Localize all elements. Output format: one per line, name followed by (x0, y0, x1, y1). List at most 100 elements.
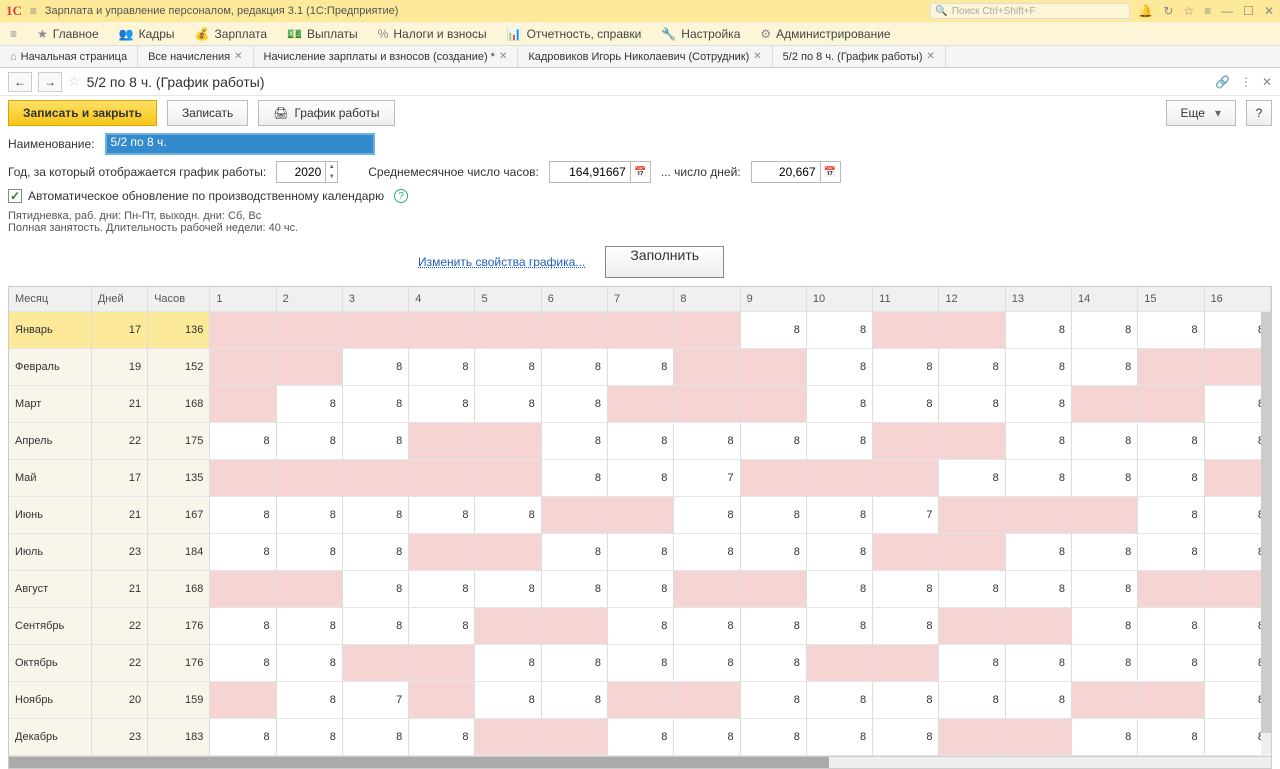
th-day[interactable]: 14 (1072, 287, 1138, 311)
cell-day[interactable]: 8 (409, 607, 475, 644)
calc-days-icon[interactable]: 📅 (821, 161, 841, 183)
table-row[interactable]: Август211688888888888 (9, 570, 1271, 607)
cell-day[interactable]: 8 (806, 422, 872, 459)
th-days[interactable]: Дней (91, 287, 147, 311)
cell-day[interactable]: 8 (276, 718, 342, 755)
cell-day[interactable] (939, 718, 1005, 755)
cell-day[interactable] (475, 422, 541, 459)
cell-day[interactable]: 8 (276, 607, 342, 644)
cell-day[interactable]: 8 (740, 533, 806, 570)
cell-day[interactable]: 8 (873, 385, 939, 422)
nav-back-button[interactable]: ← (8, 72, 32, 92)
hscrollbar[interactable] (8, 757, 1272, 769)
cell-day[interactable] (806, 644, 872, 681)
cell-day[interactable] (541, 311, 607, 348)
cell-day[interactable]: 8 (342, 496, 408, 533)
table-row[interactable]: Июнь2116788888888788 (9, 496, 1271, 533)
cell-month[interactable]: Март (9, 385, 91, 422)
cell-day[interactable] (674, 311, 740, 348)
year-up[interactable]: ▲ (326, 162, 337, 172)
cell-day[interactable]: 8 (541, 570, 607, 607)
cell-day[interactable] (740, 459, 806, 496)
cell-day[interactable] (342, 459, 408, 496)
cell-day[interactable]: 8 (1072, 718, 1138, 755)
cell-day[interactable]: 8 (210, 607, 276, 644)
cell-hours[interactable]: 176 (148, 644, 210, 681)
cell-day[interactable]: 8 (409, 496, 475, 533)
cell-day[interactable]: 8 (939, 570, 1005, 607)
save-button[interactable]: Записать (167, 100, 248, 126)
cell-day[interactable]: 8 (541, 533, 607, 570)
menu-burger[interactable]: ≡ (10, 27, 17, 41)
cell-day[interactable]: 8 (1138, 533, 1204, 570)
vscrollbar[interactable] (1261, 312, 1271, 756)
cell-day[interactable]: 8 (608, 570, 674, 607)
cell-day[interactable]: 8 (1072, 607, 1138, 644)
tab-close-icon[interactable]: ✕ (927, 51, 935, 62)
tab-close-icon[interactable]: ✕ (234, 51, 242, 62)
cell-day[interactable]: 7 (342, 681, 408, 718)
cell-day[interactable]: 8 (939, 459, 1005, 496)
th-day[interactable]: 8 (674, 287, 740, 311)
cell-hours[interactable]: 176 (148, 607, 210, 644)
cell-day[interactable]: 8 (475, 570, 541, 607)
cell-day[interactable] (608, 681, 674, 718)
th-day[interactable]: 10 (806, 287, 872, 311)
cell-day[interactable] (210, 570, 276, 607)
cell-day[interactable]: 8 (409, 570, 475, 607)
cell-day[interactable]: 8 (608, 718, 674, 755)
menu-admin[interactable]: ⚙Администрирование (760, 27, 890, 41)
change-props-link[interactable]: Изменить свойства графика... (418, 255, 585, 269)
table-row[interactable]: Май171358878888 (9, 459, 1271, 496)
cell-day[interactable]: 8 (342, 385, 408, 422)
save-close-button[interactable]: Записать и закрыть (8, 100, 157, 126)
cell-day[interactable]: 8 (1005, 385, 1071, 422)
cell-day[interactable] (1138, 570, 1204, 607)
cell-day[interactable]: 8 (276, 422, 342, 459)
th-day[interactable]: 5 (475, 287, 541, 311)
cell-day[interactable] (475, 607, 541, 644)
cell-day[interactable]: 8 (276, 385, 342, 422)
fill-button[interactable]: Заполнить (605, 246, 724, 278)
menu-kadr[interactable]: 👥Кадры (119, 27, 175, 41)
cell-day[interactable]: 8 (276, 681, 342, 718)
cell-day[interactable]: 8 (210, 422, 276, 459)
menu-icon[interactable]: ≡ (1204, 4, 1211, 18)
cell-days[interactable]: 17 (91, 311, 147, 348)
cell-days[interactable]: 22 (91, 607, 147, 644)
cell-day[interactable]: 8 (674, 607, 740, 644)
cell-day[interactable]: 8 (1072, 311, 1138, 348)
cell-day[interactable] (210, 681, 276, 718)
tab-close-icon[interactable]: ✕ (499, 51, 507, 62)
table-row[interactable]: Декабрь23183888888888888 (9, 718, 1271, 755)
cell-day[interactable] (210, 385, 276, 422)
cell-day[interactable]: 8 (475, 496, 541, 533)
cell-day[interactable] (409, 644, 475, 681)
cell-day[interactable] (409, 533, 475, 570)
name-field[interactable]: 5/2 по 8 ч. (105, 133, 375, 155)
cell-day[interactable] (939, 422, 1005, 459)
cell-day[interactable]: 8 (276, 644, 342, 681)
cell-day[interactable]: 8 (1138, 718, 1204, 755)
maximize-icon[interactable]: ☐ (1243, 4, 1254, 18)
th-day[interactable]: 1 (210, 287, 276, 311)
cell-day[interactable]: 8 (608, 607, 674, 644)
cell-day[interactable]: 8 (541, 459, 607, 496)
cell-day[interactable] (1138, 385, 1204, 422)
cell-day[interactable]: 8 (1138, 496, 1204, 533)
tab[interactable]: Все начисления✕ (138, 46, 253, 67)
cell-day[interactable]: 8 (1138, 422, 1204, 459)
tab[interactable]: ⌂Начальная страница (0, 46, 138, 67)
cell-day[interactable]: 8 (806, 311, 872, 348)
th-day[interactable]: 4 (409, 287, 475, 311)
cell-days[interactable]: 22 (91, 644, 147, 681)
schedule-table[interactable]: МесяцДнейЧасов12345678910111213141516Янв… (9, 287, 1271, 756)
cell-month[interactable]: Январь (9, 311, 91, 348)
cell-day[interactable]: 8 (806, 570, 872, 607)
cell-day[interactable] (608, 496, 674, 533)
cell-day[interactable]: 7 (674, 459, 740, 496)
th-day[interactable]: 7 (608, 287, 674, 311)
cell-day[interactable]: 8 (806, 385, 872, 422)
cell-day[interactable] (276, 459, 342, 496)
cell-days[interactable]: 21 (91, 496, 147, 533)
